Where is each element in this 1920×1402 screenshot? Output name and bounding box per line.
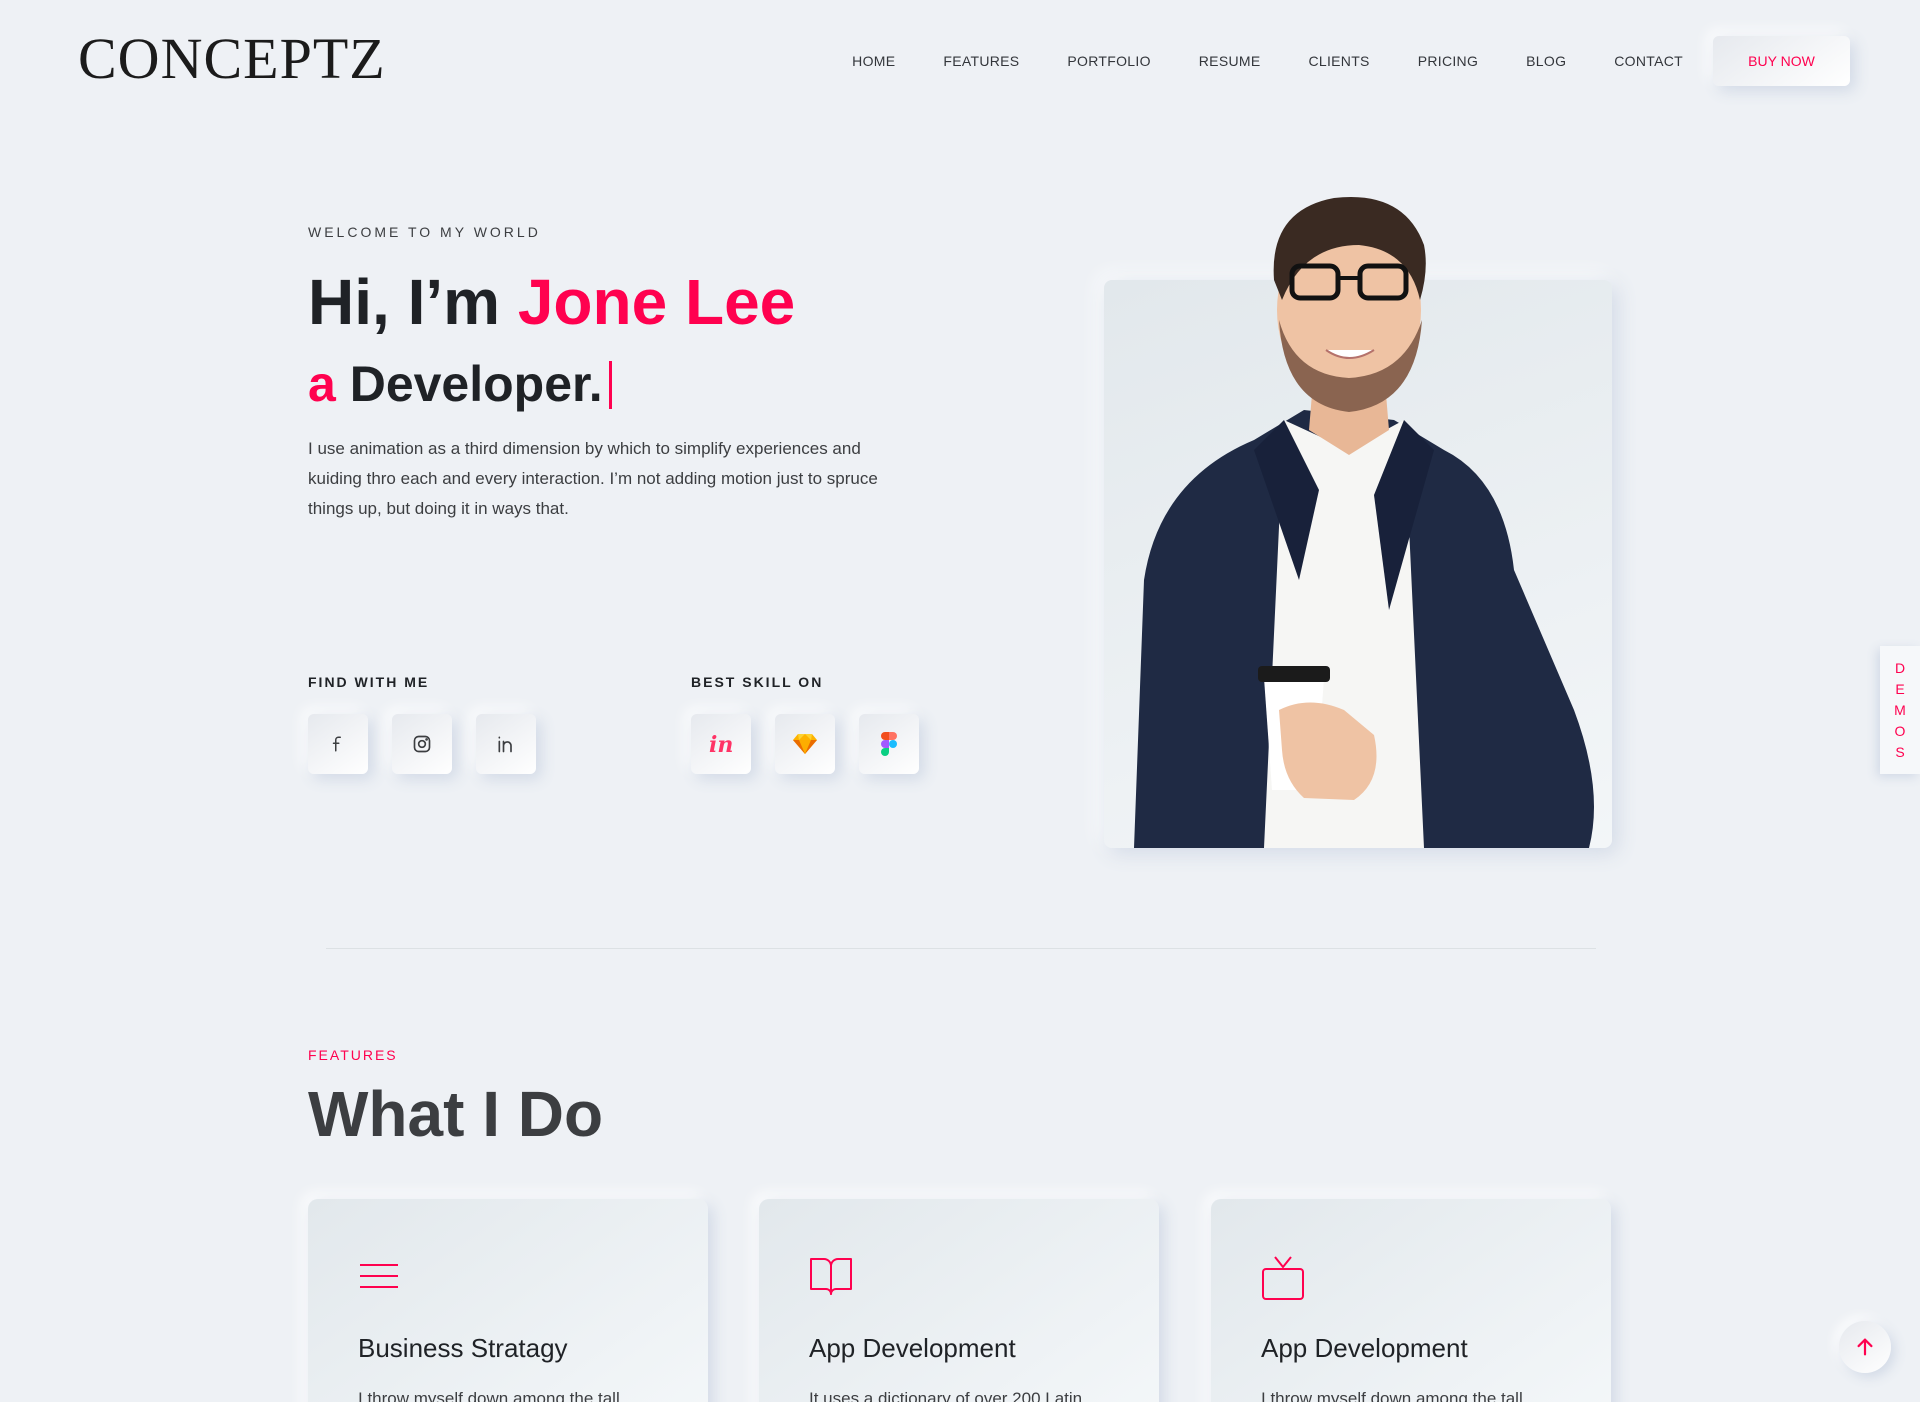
skill-links: in <box>691 714 919 774</box>
tv-icon <box>1261 1255 1305 1306</box>
sketch-button[interactable] <box>775 714 835 774</box>
feature-card[interactable]: App Development It uses a dictionary of … <box>759 1199 1159 1402</box>
invision-icon: in <box>709 732 733 756</box>
demos-letter: E <box>1895 680 1905 697</box>
instagram-icon <box>413 735 431 753</box>
svg-text:in: in <box>709 732 733 756</box>
hero-description: I use animation as a third dimension by … <box>308 439 878 518</box>
demos-letter: O <box>1894 722 1906 739</box>
hero-title: Hi, I’m Jone Lee <box>308 262 795 342</box>
person-illustration <box>1134 196 1594 848</box>
portrait-image <box>1104 150 1612 848</box>
features-eyebrow: FEATURES <box>308 1047 398 1063</box>
typing-caret <box>608 360 612 409</box>
menu-lines-icon <box>358 1255 400 1302</box>
features-title: What I Do <box>308 1078 604 1150</box>
section-divider <box>326 948 1596 949</box>
linkedin-icon <box>498 736 512 753</box>
linkedin-button[interactable] <box>476 714 536 774</box>
instagram-button[interactable] <box>392 714 452 774</box>
hero-role: Developer. <box>335 356 603 412</box>
invision-button[interactable]: in <box>691 714 751 774</box>
find-with-me-label: FIND WITH ME <box>308 674 430 690</box>
best-skill-label: BEST SKILL ON <box>691 674 824 690</box>
hero-article: a <box>308 356 336 412</box>
book-icon <box>809 1255 853 1302</box>
back-to-top-button[interactable] <box>1839 1321 1891 1373</box>
hero-eyebrow: WELCOME TO MY WORLD <box>308 224 541 240</box>
demos-letter: M <box>1894 701 1906 718</box>
feature-card[interactable]: Business Stratagy I throw myself down am… <box>308 1199 708 1402</box>
demos-side-tab[interactable]: D E M O S <box>1880 646 1920 774</box>
hero-greeting: Hi, I’m <box>308 266 518 338</box>
arrow-up-icon <box>1857 1338 1873 1356</box>
nav-item-home[interactable]: HOME <box>852 53 895 69</box>
nav-item-pricing[interactable]: PRICING <box>1418 53 1478 69</box>
brand-logo[interactable]: CONCEPTZ <box>78 30 386 88</box>
feature-card-text: I throw myself down among the tall <box>1261 1389 1523 1402</box>
figma-button[interactable] <box>859 714 919 774</box>
sketch-icon <box>793 734 817 754</box>
nav-item-clients[interactable]: CLIENTS <box>1308 53 1369 69</box>
hero-role-line: a Developer. <box>308 350 612 418</box>
social-links <box>308 714 536 774</box>
figma-icon <box>881 732 897 756</box>
buy-now-button[interactable]: BUY NOW <box>1713 36 1850 86</box>
demos-letter: D <box>1894 659 1906 676</box>
feature-card-text: It uses a dictionary of over 200 Latin <box>809 1389 1083 1402</box>
hero-name: Jone Lee <box>517 266 796 338</box>
main-nav: HOME FEATURES PORTFOLIO RESUME CLIENTS P… <box>852 36 1850 86</box>
nav-item-portfolio[interactable]: PORTFOLIO <box>1067 53 1150 69</box>
feature-card-text: I throw myself down among the tall <box>358 1389 620 1402</box>
feature-card[interactable]: App Development I throw myself down amon… <box>1211 1199 1611 1402</box>
nav-item-features[interactable]: FEATURES <box>943 53 1019 69</box>
feature-card-title: App Development <box>1261 1333 1468 1363</box>
nav-item-resume[interactable]: RESUME <box>1199 53 1261 69</box>
facebook-button[interactable] <box>308 714 368 774</box>
nav-item-blog[interactable]: BLOG <box>1526 53 1566 69</box>
nav-item-contact[interactable]: CONTACT <box>1614 53 1683 69</box>
demos-letter: S <box>1895 743 1905 760</box>
feature-card-title: Business Stratagy <box>358 1333 568 1363</box>
facebook-icon <box>332 736 341 752</box>
feature-card-title: App Development <box>809 1333 1016 1363</box>
